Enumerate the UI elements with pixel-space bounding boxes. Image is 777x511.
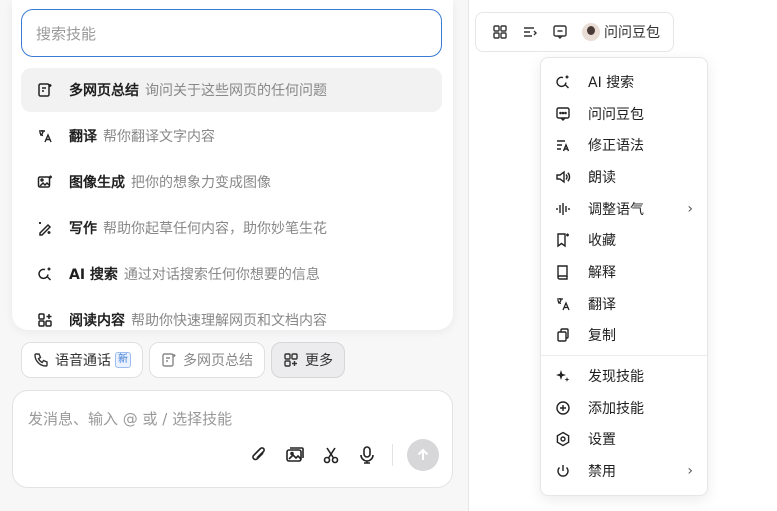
webpage-summary-icon	[161, 352, 177, 368]
menu-item-label: 朗读	[588, 169, 616, 186]
multi-page-summary-chip[interactable]: 多网页总结	[149, 342, 265, 378]
composer-tools	[248, 439, 439, 471]
skill-search-placeholder: 搜索技能	[36, 24, 97, 43]
menu-item-label: 调整语气	[588, 201, 644, 218]
floating-toolbar: 问问豆包	[475, 12, 674, 52]
new-badge: 新	[115, 352, 131, 368]
menu-item-label: 翻译	[588, 296, 616, 313]
divider	[392, 444, 393, 466]
microphone-icon[interactable]	[356, 444, 378, 466]
scissors-icon[interactable]	[320, 444, 342, 466]
grid-plus-icon	[283, 352, 299, 368]
ask-doubao-button[interactable]: 问问豆包	[582, 22, 660, 42]
voice-call-button[interactable]: 语音通话 新	[21, 342, 143, 378]
speaker-icon	[554, 168, 572, 186]
menu-item-bookmark[interactable]: 收藏	[541, 224, 707, 256]
skill-picker: 搜索技能 多网页总结 询问关于这些网页的任何问题 翻译 帮你翻译文字内容 图像生…	[12, 0, 453, 330]
skill-list: 多网页总结 询问关于这些网页的任何问题 翻译 帮你翻译文字内容 图像生成 把你的…	[21, 68, 442, 330]
image-generate-icon	[35, 172, 55, 192]
menu-item-label: AI 搜索	[588, 74, 635, 91]
writing-icon	[35, 218, 55, 238]
assistant-sidebar: 搜索技能 多网页总结 询问关于这些网页的任何问题 翻译 帮你翻译文字内容 图像生…	[0, 0, 469, 511]
skill-desc: 通过对话搜索任何你想要的信息	[123, 267, 320, 283]
menu-item-label: 问问豆包	[588, 106, 644, 123]
skill-name: 图像生成	[69, 175, 125, 191]
menu-item-ai-search[interactable]: AI 搜索	[541, 66, 707, 98]
menu-item-label: 添加技能	[588, 400, 644, 417]
copy-icon	[554, 326, 572, 344]
menu-item-settings[interactable]: 设置	[541, 424, 707, 456]
bookmark-icon	[554, 231, 572, 249]
skill-name: 写作	[69, 221, 97, 237]
chat-icon	[554, 105, 572, 123]
menu-item-read-aloud[interactable]: 朗读	[541, 161, 707, 193]
ask-doubao-label: 问问豆包	[604, 25, 660, 41]
rewrite-icon[interactable]	[522, 24, 538, 40]
reading-icon	[35, 310, 55, 328]
skill-name: 多网页总结	[69, 83, 139, 99]
send-button[interactable]	[407, 439, 439, 471]
attachment-icon[interactable]	[248, 444, 270, 466]
more-label: 更多	[305, 353, 333, 369]
skill-desc: 询问关于这些网页的任何问题	[145, 83, 327, 99]
skill-desc: 把你的想象力变成图像	[131, 175, 271, 191]
menu-divider	[541, 355, 707, 357]
skill-item-translate[interactable]: 翻译 帮你翻译文字内容	[21, 114, 442, 158]
menu-item-discover-skills[interactable]: 发现技能	[541, 360, 707, 392]
menu-item-label: 禁用	[588, 464, 616, 481]
book-icon	[554, 263, 572, 281]
gear-icon	[554, 430, 572, 448]
ai-search-icon	[554, 73, 572, 91]
ai-search-icon	[35, 264, 55, 284]
sparkle-icon	[554, 367, 572, 385]
voice-call-label: 语音通话	[55, 353, 111, 369]
context-menu: AI 搜索 问问豆包 修正语法 朗读 调整语气 › 收藏 解释 翻译 复制 发现…	[540, 57, 708, 496]
menu-item-label: 复制	[588, 328, 616, 345]
skill-desc: 帮你翻译文字内容	[103, 129, 215, 145]
menu-item-label: 收藏	[588, 233, 616, 250]
translate-icon	[35, 126, 55, 146]
skill-search-input[interactable]: 搜索技能	[21, 9, 442, 57]
skill-name: 阅读内容	[69, 313, 125, 328]
skill-item-writing[interactable]: 写作 帮助你起草任何内容，助你妙笔生花	[21, 206, 442, 250]
skill-item-multi-page-summary[interactable]: 多网页总结 询问关于这些网页的任何问题	[21, 68, 442, 112]
grammar-icon	[554, 136, 572, 154]
message-composer[interactable]: 发消息、输入 @ 或 / 选择技能	[12, 390, 453, 488]
skill-desc: 帮助你起草任何内容，助你妙笔生花	[103, 221, 327, 237]
menu-item-disable[interactable]: 禁用 ›	[541, 455, 707, 487]
chevron-right-icon: ›	[687, 463, 693, 480]
menu-item-explain[interactable]: 解释	[541, 256, 707, 288]
skill-item-ai-search[interactable]: AI 搜索 通过对话搜索任何你想要的信息	[21, 252, 442, 296]
quick-skill-chips: 语音通话 新 多网页总结 更多	[21, 342, 345, 378]
image-upload-icon[interactable]	[284, 444, 306, 466]
menu-item-fix-grammar[interactable]: 修正语法	[541, 129, 707, 161]
phone-icon	[33, 352, 49, 368]
skill-desc: 帮助你快速理解网页和文档内容	[131, 313, 327, 328]
skill-name: 翻译	[69, 129, 97, 145]
menu-item-label: 设置	[588, 432, 616, 449]
menu-item-adjust-tone[interactable]: 调整语气 ›	[541, 193, 707, 225]
grid-icon[interactable]	[492, 24, 508, 40]
waveform-icon	[554, 200, 572, 218]
chevron-right-icon: ›	[687, 200, 693, 217]
menu-item-label: 发现技能	[588, 369, 644, 386]
multi-page-summary-label: 多网页总结	[183, 353, 253, 369]
menu-item-add-skill[interactable]: 添加技能	[541, 392, 707, 424]
menu-item-label: 解释	[588, 264, 616, 281]
menu-item-ask-doubao[interactable]: 问问豆包	[541, 98, 707, 130]
skill-item-reading[interactable]: 阅读内容 帮助你快速理解网页和文档内容	[21, 298, 442, 328]
add-circle-icon	[554, 399, 572, 417]
skill-name: AI 搜索	[69, 267, 118, 283]
more-skills-button[interactable]: 更多	[271, 342, 345, 378]
translate-icon	[554, 295, 572, 313]
menu-item-label: 修正语法	[588, 138, 644, 155]
doubao-avatar	[582, 23, 600, 41]
chat-icon[interactable]	[552, 24, 568, 40]
skill-item-image-generate[interactable]: 图像生成 把你的想象力变成图像	[21, 160, 442, 204]
composer-placeholder: 发消息、输入 @ 或 / 选择技能	[28, 410, 233, 428]
webpage-summary-icon	[35, 80, 55, 100]
menu-item-translate[interactable]: 翻译	[541, 288, 707, 320]
menu-item-copy[interactable]: 复制	[541, 320, 707, 352]
power-icon	[554, 462, 572, 480]
